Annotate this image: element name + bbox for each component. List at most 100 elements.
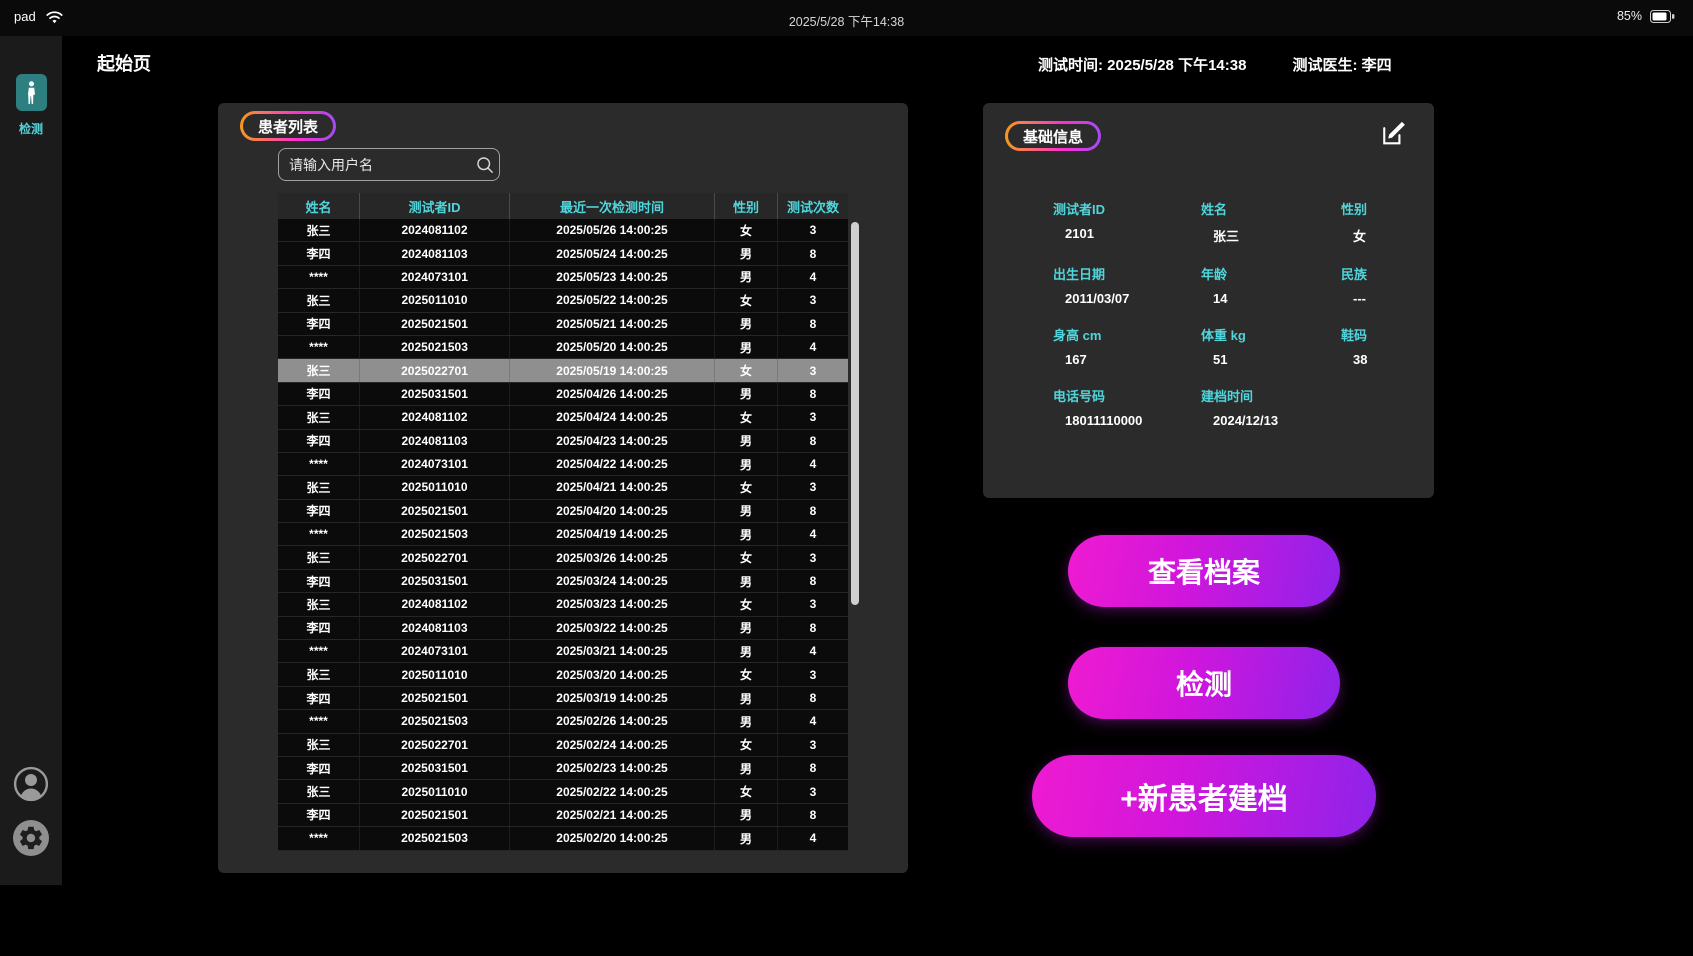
table-cell: 3 — [778, 546, 848, 568]
table-row[interactable]: 李四20250315012025/02/23 14:00:25男8 — [278, 757, 848, 780]
session-info: 测试时间: 2025/5/28 下午14:38 测试医生: 李四 — [1038, 54, 1392, 75]
table-cell: 2025031501 — [360, 383, 510, 405]
table-row[interactable]: ****20250215032025/02/20 14:00:25男4 — [278, 827, 848, 850]
table-row[interactable]: ****20250215032025/04/19 14:00:25男4 — [278, 523, 848, 546]
table-cell: 女 — [715, 734, 778, 756]
table-cell: 2025/02/24 14:00:25 — [510, 734, 715, 756]
table-cell: 2025021503 — [360, 336, 510, 358]
new-patient-button[interactable]: +新患者建档 — [1032, 755, 1376, 837]
table-cell: 张三 — [278, 289, 360, 311]
table-row[interactable]: 张三20250227012025/02/24 14:00:25女3 — [278, 734, 848, 757]
table-row[interactable]: 李四20250215012025/02/21 14:00:25男8 — [278, 804, 848, 827]
table-cell: 8 — [778, 500, 848, 522]
table-cell: 3 — [778, 219, 848, 241]
table-cell: 4 — [778, 453, 848, 475]
info-field-label: 体重 kg — [1201, 325, 1341, 344]
table-cell: 3 — [778, 663, 848, 685]
table-row[interactable]: 李四20250215012025/04/20 14:00:25男8 — [278, 500, 848, 523]
test-time: 测试时间: 2025/5/28 下午14:38 — [1038, 54, 1246, 75]
status-bar: pad 2025/5/28 下午14:38 85% — [0, 0, 1693, 36]
table-cell: 2025/03/26 14:00:25 — [510, 546, 715, 568]
table-cell: 4 — [778, 336, 848, 358]
sidebar-item-detect[interactable]: 检测 — [0, 74, 62, 137]
view-archive-button[interactable]: 查看档案 — [1068, 535, 1340, 607]
table-cell: 男 — [715, 804, 778, 826]
table-cell: 男 — [715, 453, 778, 475]
table-row[interactable]: 张三20240811022025/04/24 14:00:25女3 — [278, 406, 848, 429]
table-cell: **** — [278, 336, 360, 358]
table-cell: 张三 — [278, 546, 360, 568]
info-field-label: 出生日期 — [1053, 264, 1201, 283]
table-row[interactable]: 李四20250315012025/03/24 14:00:25男8 — [278, 570, 848, 593]
table-cell: 2025/02/26 14:00:25 — [510, 710, 715, 732]
table-cell: 男 — [715, 827, 778, 849]
table-cell: 2025021501 — [360, 313, 510, 335]
patient-table-header: 姓名测试者ID最近一次检测时间性别测试次数 — [278, 193, 848, 219]
table-cell: 2025011010 — [360, 663, 510, 685]
table-row[interactable]: 张三20240811022025/05/26 14:00:25女3 — [278, 219, 848, 242]
column-header: 最近一次检测时间 — [510, 193, 715, 219]
table-row[interactable]: ****20250215032025/02/26 14:00:25男4 — [278, 710, 848, 733]
search-input[interactable] — [279, 149, 476, 180]
info-field-value: 51 — [1201, 352, 1341, 367]
table-cell: 李四 — [278, 313, 360, 335]
table-cell: 2024081102 — [360, 219, 510, 241]
table-row[interactable]: 张三20250110102025/04/21 14:00:25女3 — [278, 476, 848, 499]
table-cell: 3 — [778, 476, 848, 498]
table-cell: 男 — [715, 500, 778, 522]
table-row[interactable]: 张三20250110102025/05/22 14:00:25女3 — [278, 289, 848, 312]
table-row[interactable]: 李四20250315012025/04/26 14:00:25男8 — [278, 383, 848, 406]
info-field-value: 女 — [1341, 226, 1416, 245]
table-row[interactable]: ****20240731012025/04/22 14:00:25男4 — [278, 453, 848, 476]
table-row[interactable]: 李四20240811032025/05/24 14:00:25男8 — [278, 242, 848, 265]
table-row[interactable]: 李四20250215012025/05/21 14:00:25男8 — [278, 313, 848, 336]
table-row[interactable]: 李四20240811032025/03/22 14:00:25男8 — [278, 617, 848, 640]
table-cell: 男 — [715, 640, 778, 662]
info-field-label: 身高 cm — [1053, 325, 1201, 344]
info-field-value: 38 — [1341, 352, 1416, 367]
table-row[interactable]: ****20240731012025/05/23 14:00:25男4 — [278, 266, 848, 289]
edit-button[interactable] — [1378, 119, 1408, 149]
info-field-label: 年龄 — [1201, 264, 1341, 283]
table-row[interactable]: 李四20240811032025/04/23 14:00:25男8 — [278, 430, 848, 453]
table-cell: 3 — [778, 734, 848, 756]
table-cell: 男 — [715, 523, 778, 545]
table-cell: 男 — [715, 430, 778, 452]
table-cell: 4 — [778, 827, 848, 849]
table-cell: **** — [278, 453, 360, 475]
table-row[interactable]: 李四20250215012025/03/19 14:00:25男8 — [278, 687, 848, 710]
info-field-label: 民族 — [1341, 264, 1416, 283]
table-row[interactable]: 张三20250110102025/03/20 14:00:25女3 — [278, 663, 848, 686]
info-field: 体重 kg 51 — [1201, 325, 1341, 367]
table-cell: **** — [278, 827, 360, 849]
table-cell: 男 — [715, 336, 778, 358]
table-row[interactable]: ****20250215032025/05/20 14:00:25男4 — [278, 336, 848, 359]
table-cell: 李四 — [278, 804, 360, 826]
battery-percent: 85% — [1617, 9, 1642, 23]
column-header: 姓名 — [278, 193, 360, 219]
settings-gear-icon[interactable] — [13, 820, 49, 856]
detect-button[interactable]: 检测 — [1068, 647, 1340, 719]
table-row[interactable]: 张三20250227012025/03/26 14:00:25女3 — [278, 546, 848, 569]
person-body-icon — [16, 74, 47, 111]
table-cell: 2025/05/23 14:00:25 — [510, 266, 715, 288]
table-cell: 2025/03/24 14:00:25 — [510, 570, 715, 592]
table-cell: 2024073101 — [360, 640, 510, 662]
table-row[interactable]: 张三20240811022025/03/23 14:00:25女3 — [278, 593, 848, 616]
table-cell: 2024081102 — [360, 406, 510, 428]
user-avatar-icon[interactable] — [13, 766, 49, 802]
table-cell: 8 — [778, 804, 848, 826]
table-cell: 男 — [715, 757, 778, 779]
patient-table: 姓名测试者ID最近一次检测时间性别测试次数 张三20240811022025/0… — [278, 193, 848, 851]
patient-list-badge: 患者列表 — [240, 111, 336, 141]
table-cell: 2025011010 — [360, 476, 510, 498]
column-header: 测试者ID — [360, 193, 510, 219]
scrollbar-thumb[interactable] — [851, 222, 859, 605]
search-icon[interactable] — [476, 156, 494, 174]
table-cell: 李四 — [278, 383, 360, 405]
table-row[interactable]: ****20240731012025/03/21 14:00:25男4 — [278, 640, 848, 663]
table-row[interactable]: 张三20250227012025/05/19 14:00:25女3 — [278, 359, 848, 382]
info-field-label: 测试者ID — [1053, 199, 1201, 218]
table-row[interactable]: 张三20250110102025/02/22 14:00:25女3 — [278, 780, 848, 803]
table-cell: 2025011010 — [360, 780, 510, 802]
